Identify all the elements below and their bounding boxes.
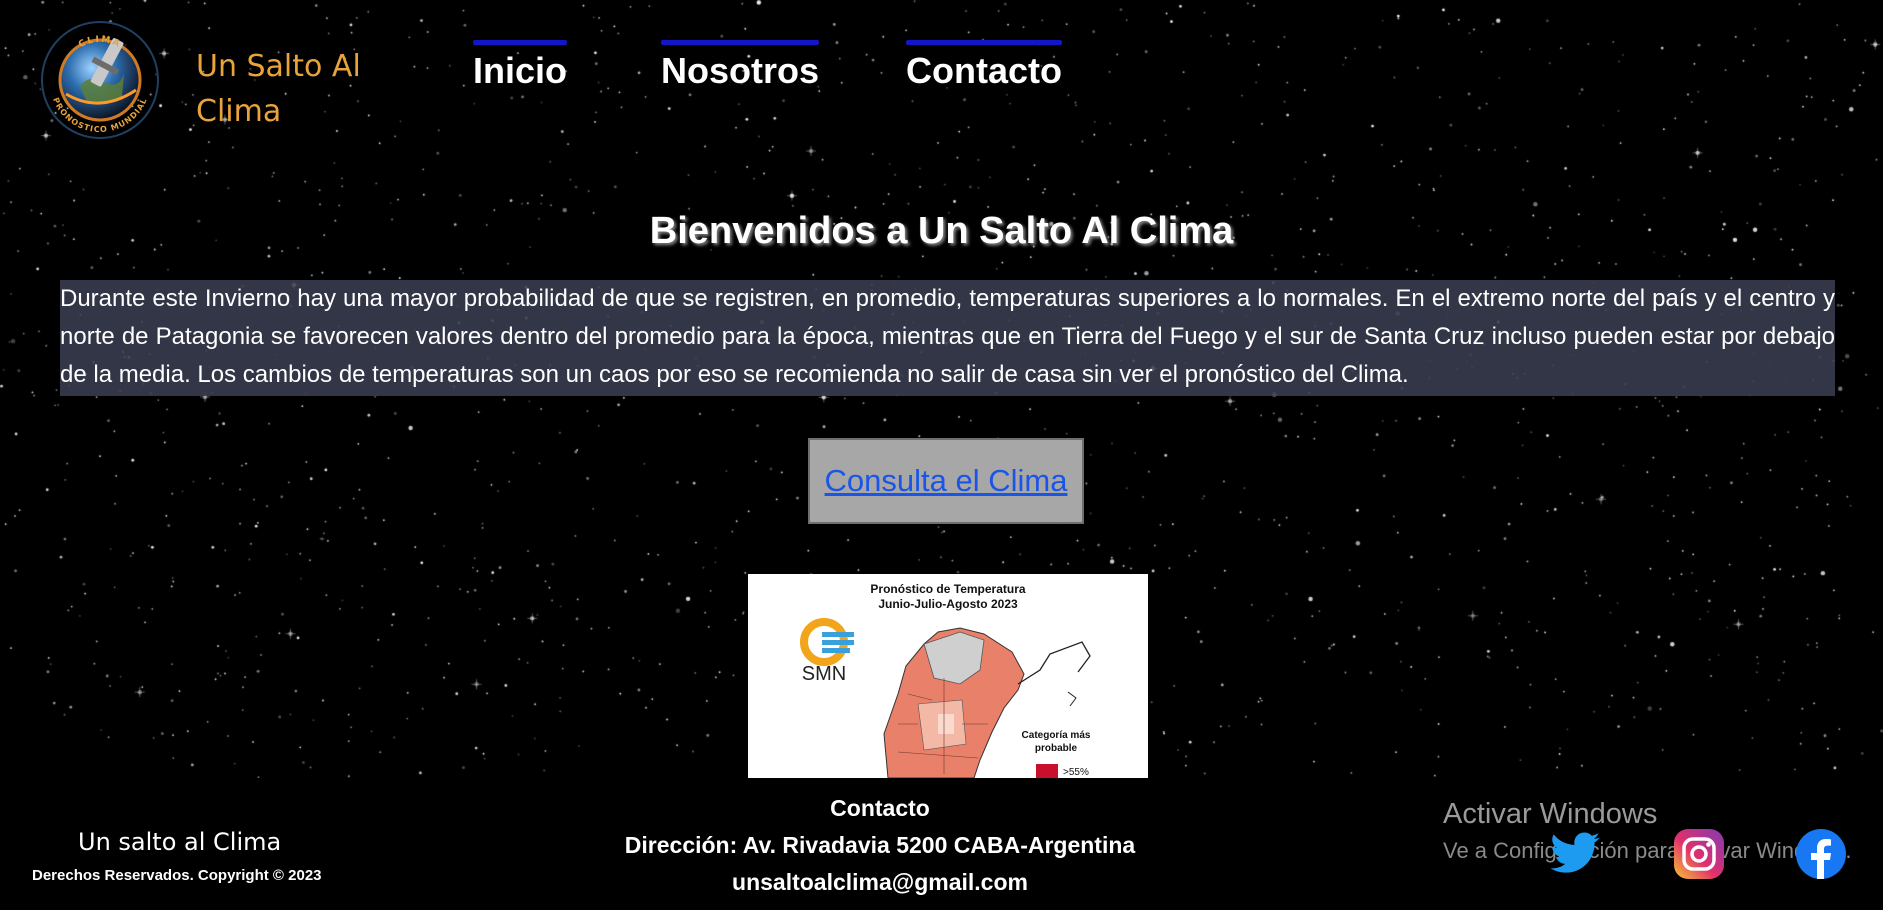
intro-paragraph: Durante este Invierno hay una mayor prob…	[60, 280, 1835, 396]
activate-windows-subtitle: Ve a Configuración para activar Windows.	[1443, 838, 1852, 863]
consulta-clima-box[interactable]: Consulta el Clima	[808, 438, 1084, 524]
nav-label: Contacto	[906, 50, 1062, 91]
nav-link-contacto[interactable]: Contacto	[906, 40, 1062, 92]
nav-link-inicio[interactable]: Inicio	[473, 40, 568, 92]
twitter-icon[interactable]	[1548, 827, 1602, 881]
map-title-line-2: Junio-Julio-Agosto 2023	[878, 597, 1018, 611]
forecast-map-image: Pronóstico de Temperatura Junio-Julio-Ag…	[748, 574, 1148, 778]
nav-label: Nosotros	[661, 50, 820, 91]
footer-copyright: Derechos Reservados. Copyright © 2023	[32, 867, 322, 884]
facebook-icon[interactable]	[1794, 827, 1848, 881]
smn-logo	[800, 618, 854, 666]
nav-indicator	[906, 40, 1062, 45]
footer-contact-title: Contacto	[830, 795, 930, 821]
consulta-clima-link[interactable]: Consulta el Clima	[825, 463, 1068, 499]
site-brand: Un Salto Al Clima	[196, 44, 396, 134]
nav-indicator	[661, 40, 820, 45]
brand-line-2: Clima	[196, 94, 282, 129]
nav-link-nosotros[interactable]: Nosotros	[661, 40, 820, 92]
legend-item-label: >55%	[1063, 767, 1089, 778]
footer-email[interactable]: unsaltoalclima@gmail.com	[580, 869, 1180, 896]
footer-brand: Un salto al Clima	[78, 828, 282, 856]
nav-indicator	[473, 40, 568, 45]
legend-swatch	[1036, 764, 1058, 778]
nav-label: Inicio	[473, 50, 568, 91]
page-title: Bienvenidos a Un Salto Al Clima	[649, 210, 1234, 252]
legend-title-line-2: probable	[1035, 743, 1078, 754]
smn-text: SMN	[802, 663, 846, 685]
map-title-line-1: Pronóstico de Temperatura	[870, 582, 1025, 596]
footer-address: Dirección: Av. Rivadavia 5200 CABA-Argen…	[624, 832, 1136, 858]
brand-line-1: Un Salto Al	[196, 49, 361, 84]
legend-title-line-1: Categoría más	[1022, 730, 1091, 741]
site-logo[interactable]: CLIMA PRONOSTICO MUNDIAL	[36, 16, 164, 144]
instagram-icon[interactable]	[1672, 827, 1726, 881]
argentina-map-shape	[883, 627, 1091, 778]
